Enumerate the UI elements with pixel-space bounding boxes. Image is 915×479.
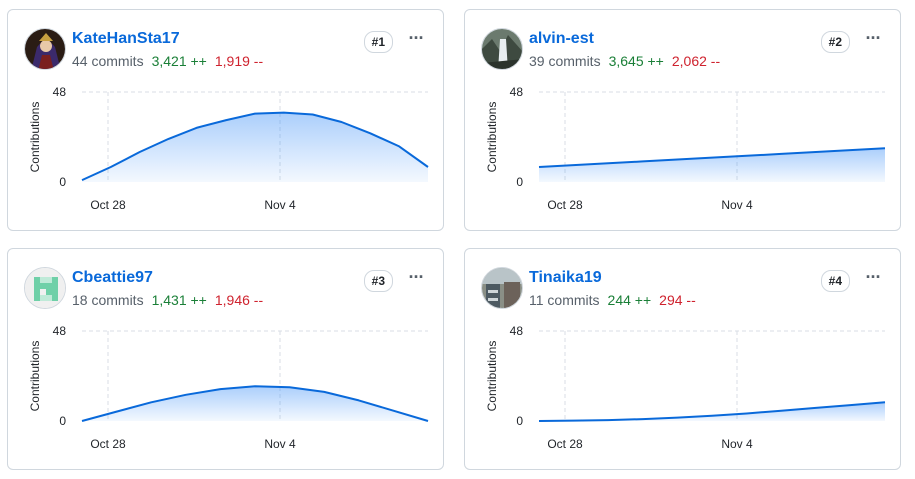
avatar[interactable] [24, 267, 66, 309]
deletions-count: 1,919 -- [214, 53, 264, 69]
contributor-username[interactable]: KateHanSta17 [72, 30, 180, 48]
avatar[interactable] [481, 267, 523, 309]
series-area [82, 112, 428, 182]
contributor-username[interactable]: alvin-est [529, 30, 594, 48]
deletions-count: 1,946 -- [214, 292, 264, 308]
contributor-username[interactable]: Tinaika19 [529, 269, 602, 287]
contribution-chart: 0 48 Contributions Oct 28 Nov 4 [28, 324, 429, 451]
additions-count: 3,421 ++ [151, 53, 207, 69]
y-axis-label: Contributions [28, 102, 42, 173]
contributor-username[interactable]: Cbeattie97 [72, 269, 153, 287]
y-tick-label: 0 [59, 175, 66, 189]
commit-count[interactable]: 39 commits [529, 53, 601, 69]
x-tick-label: Nov 4 [264, 437, 296, 451]
y-tick-label: 48 [510, 324, 524, 338]
contributor-stats: 39 commits 3,645 ++ 2,062 -- [529, 53, 728, 69]
contributor-card: Cbeattie97 18 commits 1,431 ++ 1,946 -- #3… [7, 248, 444, 470]
deletions-count: 2,062 -- [671, 53, 721, 69]
x-tick-label: Nov 4 [721, 198, 753, 212]
y-axis-label: Contributions [485, 102, 499, 173]
y-axis-label: Contributions [28, 341, 42, 412]
contributor-stats: 18 commits 1,431 ++ 1,946 -- [72, 292, 271, 308]
commit-count[interactable]: 18 commits [72, 292, 144, 308]
contribution-chart: 0 48 Contributions Oct 28 Nov 4 [485, 324, 886, 451]
x-tick-label: Nov 4 [721, 437, 753, 451]
y-axis-label: Contributions [485, 341, 499, 412]
x-tick-label: Oct 28 [547, 198, 583, 212]
y-tick-label: 48 [510, 85, 524, 99]
avatar[interactable] [481, 28, 523, 70]
y-tick-label: 0 [516, 175, 523, 189]
kebab-horizontal-icon[interactable]: ··· [403, 28, 429, 52]
rank-badge: #3 [363, 270, 393, 292]
contributor-card: alvin-est 39 commits 3,645 ++ 2,062 -- #2 … [464, 9, 901, 231]
rank-badge: #1 [363, 31, 393, 53]
series-area [82, 386, 428, 421]
rank-badge: #2 [820, 31, 850, 53]
additions-count: 1,431 ++ [151, 292, 207, 308]
y-tick-label: 0 [59, 414, 66, 428]
x-tick-label: Oct 28 [90, 437, 126, 451]
y-tick-label: 48 [53, 324, 67, 338]
x-tick-label: Nov 4 [264, 198, 296, 212]
contributor-stats: 44 commits 3,421 ++ 1,919 -- [72, 53, 271, 69]
commit-count[interactable]: 44 commits [72, 53, 144, 69]
additions-count: 3,645 ++ [608, 53, 664, 69]
contributor-card: KateHanSta17 44 commits 3,421 ++ 1,919 -- … [7, 9, 444, 231]
contribution-chart: 0 48 Contributions Oct 28 Nov 4 [28, 85, 429, 212]
x-tick-label: Oct 28 [547, 437, 583, 451]
contributor-stats: 11 commits 244 ++ 294 -- [529, 292, 704, 308]
kebab-horizontal-icon[interactable]: ··· [860, 28, 886, 52]
deletions-count: 294 -- [659, 292, 696, 308]
kebab-horizontal-icon[interactable]: ··· [403, 267, 429, 291]
y-tick-label: 0 [516, 414, 523, 428]
additions-count: 244 ++ [607, 292, 652, 308]
contributor-card: Tinaika19 11 commits 244 ++ 294 -- #4 ··· … [464, 248, 901, 470]
contribution-chart: 0 48 Contributions Oct 28 Nov 4 [485, 85, 886, 212]
series-area [539, 402, 885, 421]
avatar[interactable] [24, 28, 66, 70]
y-tick-label: 48 [53, 85, 67, 99]
commit-count[interactable]: 11 commits [529, 292, 600, 308]
rank-badge: #4 [820, 270, 850, 292]
x-tick-label: Oct 28 [90, 198, 126, 212]
kebab-horizontal-icon[interactable]: ··· [860, 267, 886, 291]
